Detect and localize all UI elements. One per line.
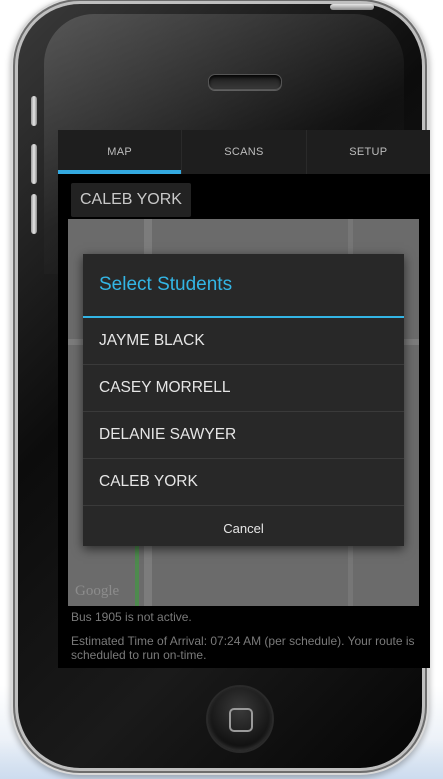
- student-item-jayme-black[interactable]: JAYME BLACK: [83, 318, 404, 365]
- student-item-delanie-sawyer[interactable]: DELANIE SAWYER: [83, 412, 404, 459]
- student-list: JAYME BLACK CASEY MORRELL DELANIE SAWYER…: [83, 318, 404, 506]
- volume-up-button[interactable]: [31, 144, 37, 184]
- student-item-casey-morrell[interactable]: CASEY MORRELL: [83, 365, 404, 412]
- home-square-icon: [229, 708, 253, 732]
- power-button[interactable]: [330, 4, 374, 10]
- phone-frame: MAP SCANS SETUP CALEB YORK Google Bus 19…: [18, 4, 430, 768]
- select-students-dialog: Select Students JAYME BLACK CASEY MORREL…: [83, 254, 404, 546]
- cancel-button[interactable]: Cancel: [83, 506, 404, 552]
- mute-switch[interactable]: [31, 96, 37, 126]
- dialog-title: Select Students: [83, 254, 404, 318]
- app-screen: MAP SCANS SETUP CALEB YORK Google Bus 19…: [58, 130, 430, 668]
- volume-down-button[interactable]: [31, 194, 37, 234]
- home-button-icon[interactable]: [208, 687, 272, 751]
- stage: MAP SCANS SETUP CALEB YORK Google Bus 19…: [0, 0, 443, 779]
- speaker-grille-icon: [208, 74, 282, 90]
- student-item-caleb-york[interactable]: CALEB YORK: [83, 459, 404, 506]
